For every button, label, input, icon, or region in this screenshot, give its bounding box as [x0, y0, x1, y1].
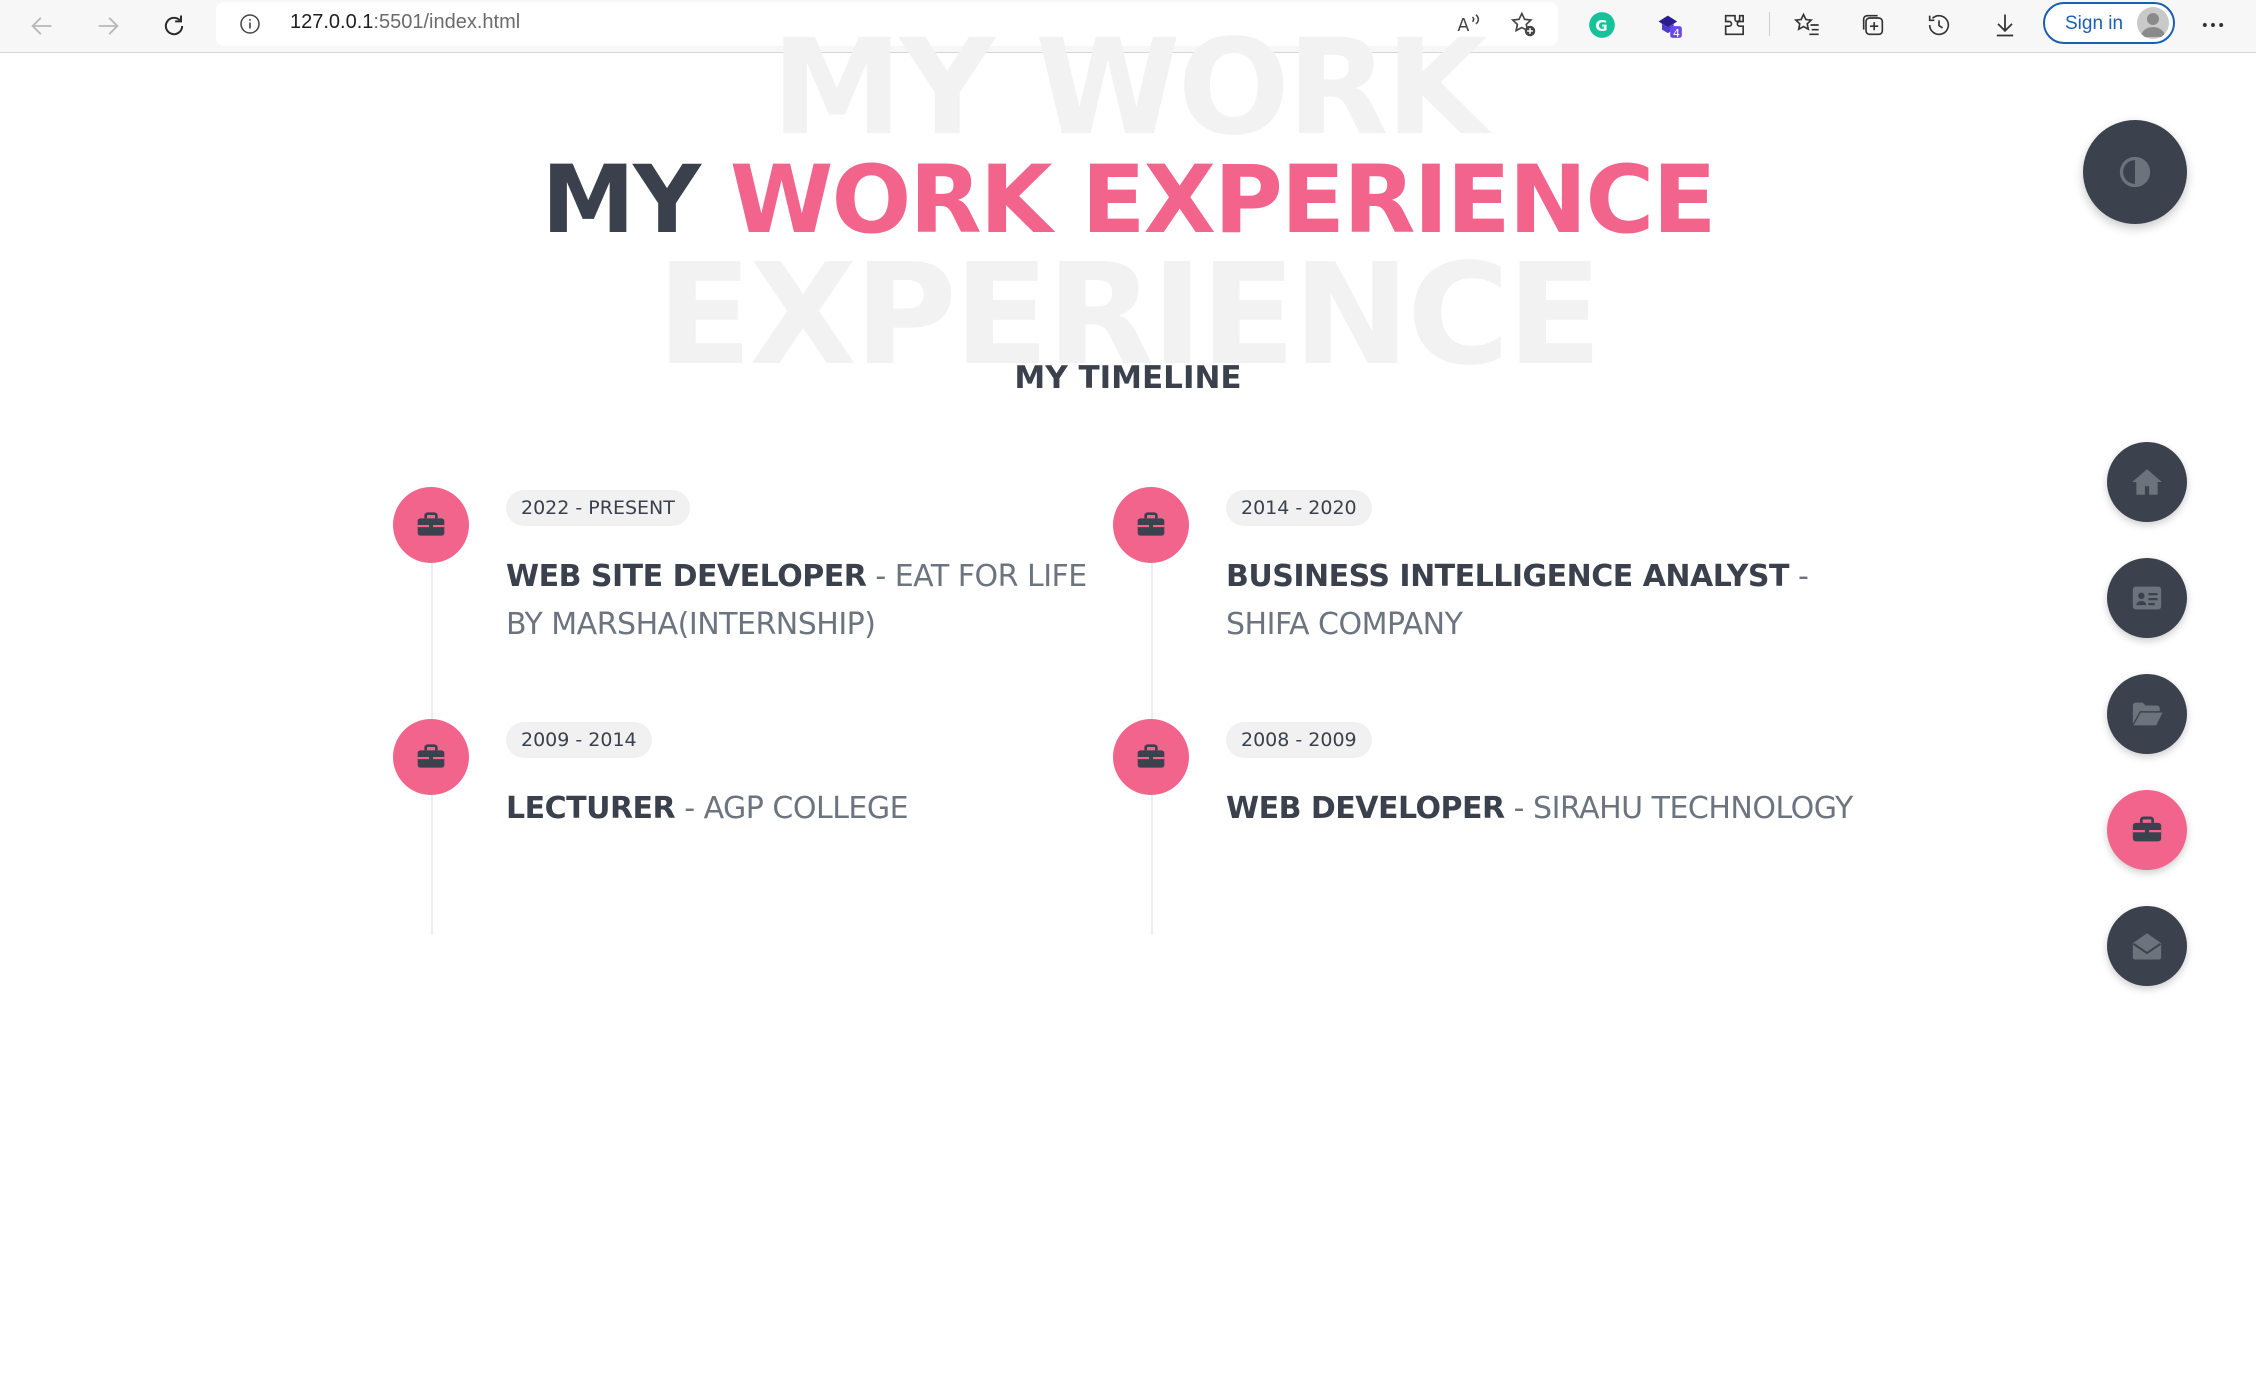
home-icon — [2132, 469, 2162, 495]
envelope-open-icon — [2132, 933, 2162, 960]
nav-home-button[interactable] — [2107, 442, 2187, 522]
briefcase-icon — [417, 512, 445, 536]
timeline-year-badge: 2009 - 2014 — [506, 722, 652, 758]
timeline-title: BUSINESS INTELLIGENCE ANALYST - SHIFA CO… — [1226, 553, 1846, 649]
company-name: SHIFA COMPANY — [1226, 607, 1463, 642]
nav-about-button[interactable] — [2107, 558, 2187, 638]
company-name: AGP COLLEGE — [703, 791, 909, 826]
timeline-line — [431, 795, 433, 935]
folder-open-icon — [2132, 702, 2163, 726]
job-role: WEB DEVELOPER — [1226, 791, 1505, 826]
timeline-dot — [393, 487, 469, 563]
timeline-heading: MY TIMELINE — [1014, 360, 1242, 396]
timeline-dot — [393, 719, 469, 795]
briefcase-icon — [2132, 816, 2162, 842]
separator: - — [866, 559, 895, 594]
briefcase-icon — [417, 744, 445, 768]
nav-portfolio-button[interactable] — [2107, 674, 2187, 754]
timeline-dot — [1113, 487, 1189, 563]
nav-experience-button[interactable] — [2107, 790, 2187, 870]
briefcase-icon — [1137, 744, 1165, 768]
contrast-icon — [2119, 156, 2151, 188]
timeline-line — [1151, 795, 1153, 935]
timeline-year-badge: 2014 - 2020 — [1226, 490, 1372, 526]
job-role: LECTURER — [506, 791, 676, 826]
timeline-year-badge: 2008 - 2009 — [1226, 722, 1372, 758]
briefcase-icon — [1137, 512, 1165, 536]
timeline-title: WEB DEVELOPER - SIRAHU TECHNOLOGY — [1226, 785, 1866, 833]
job-role: WEB SITE DEVELOPER — [506, 559, 867, 594]
timeline-title: LECTURER - AGP COLLEGE — [506, 785, 1126, 833]
company-name: SIRAHU TECHNOLOGY — [1533, 791, 1853, 826]
title-watermark-line1: MY WORK — [771, 22, 1488, 140]
id-card-icon — [2132, 586, 2162, 610]
separator: - — [675, 791, 704, 826]
timeline-year-badge: 2022 - PRESENT — [506, 490, 690, 526]
page-title-highlight: WORK EXPERIENCE — [729, 146, 1717, 255]
nav-contact-button[interactable] — [2107, 906, 2187, 986]
separator: - — [1789, 559, 1809, 594]
timeline-dot — [1113, 719, 1189, 795]
separator: - — [1504, 791, 1534, 826]
theme-toggle-button[interactable] — [2083, 120, 2187, 224]
page-title: MY WORK EXPERIENCE — [0, 146, 2256, 255]
job-role: BUSINESS INTELLIGENCE ANALYST — [1226, 559, 1790, 594]
timeline-title: WEB SITE DEVELOPER - EAT FOR LIFE BY MAR… — [506, 553, 1126, 649]
page-title-prefix: MY — [541, 146, 730, 255]
